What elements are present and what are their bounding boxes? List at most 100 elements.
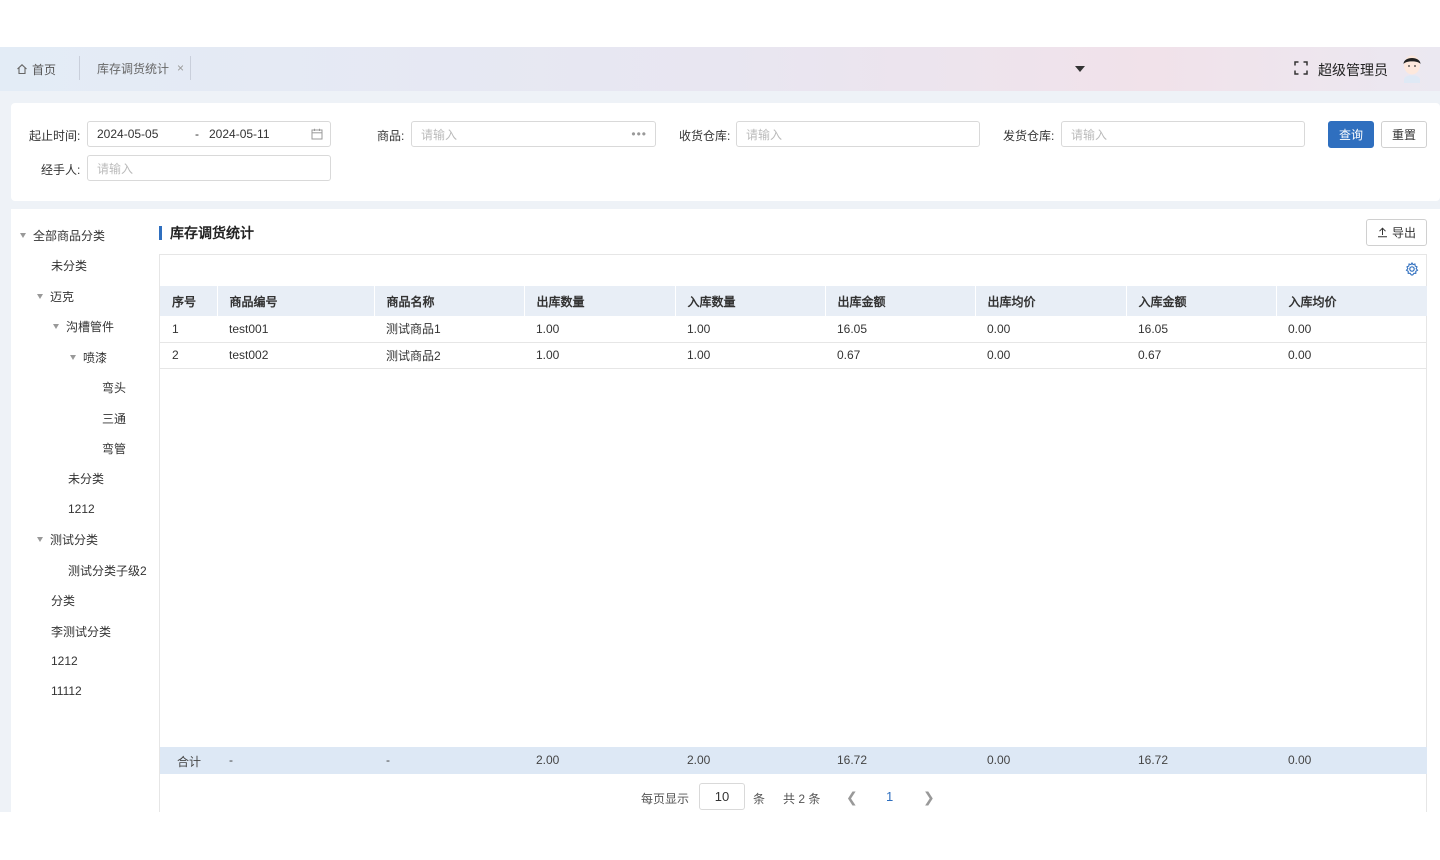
tab-home[interactable]: 首页 — [16, 60, 56, 78]
tree-node-label: 测试分类子级2 — [68, 563, 147, 578]
handler-input[interactable]: 请输入 — [87, 155, 331, 181]
receive-warehouse-placeholder: 请输入 — [746, 127, 783, 142]
tree-node-label: 三通 — [102, 411, 127, 426]
tree-node-label: 李测试分类 — [51, 624, 112, 639]
summary-cell: 合计 — [177, 755, 202, 769]
total-count: 共 2 条 — [783, 792, 821, 806]
tree-node-11112[interactable]: 11112 — [51, 683, 82, 699]
reset-button[interactable]: 重置 — [1381, 121, 1427, 148]
pagination: 每页显示 10 条 共 2 条 ❮ 1 ❯ — [160, 779, 1427, 812]
tree-node-label: 弯管 — [102, 441, 127, 456]
column-header[interactable]: 出库金额 — [825, 286, 976, 316]
tab-stock-transfer-label: 库存调货统计 — [97, 61, 170, 76]
expand-caret-icon[interactable] — [20, 232, 26, 238]
tree-node-label: 弯头 — [102, 380, 127, 395]
tree-node-label: 全部商品分类 — [33, 228, 106, 243]
tree-node-1212-b[interactable]: 1212 — [51, 653, 78, 669]
date-range-label: 起止时间: — [29, 129, 81, 143]
table-cell: 16.05 — [1138, 321, 1169, 336]
column-header[interactable]: 入库均价 — [1276, 286, 1428, 316]
more-options-icon[interactable]: ••• — [631, 127, 647, 141]
tree-node-test-sub2[interactable]: 测试分类子级2 — [68, 562, 147, 578]
upload-icon — [1377, 227, 1387, 238]
tree-node-all[interactable]: 全部商品分类 — [20, 227, 105, 243]
handler-label: 经手人: — [41, 163, 81, 177]
tab-dropdown-icon[interactable] — [1075, 66, 1085, 72]
column-header[interactable]: 序号 — [160, 286, 218, 316]
summary-cell: 16.72 — [837, 753, 868, 767]
table-cell: test002 — [229, 348, 269, 362]
tree-node-1212[interactable]: 1212 — [68, 501, 95, 517]
tree-node-label: 未分类 — [51, 258, 88, 273]
main-panel: 全部商品分类 未分类 迈克 沟槽管件 喷漆 弯头 三通 弯管 未分类 1 2 1 2 … — [11, 209, 1440, 812]
page-size-input[interactable]: 10 — [699, 783, 745, 810]
column-header[interactable]: 出库均价 — [975, 286, 1127, 316]
expand-caret-icon[interactable] — [70, 354, 76, 360]
table-cell: 0.67 — [1138, 348, 1162, 362]
fullscreen-icon[interactable] — [1294, 61, 1308, 75]
send-warehouse-label: 发货仓库: — [1003, 129, 1055, 143]
next-page-icon[interactable]: ❯ — [923, 789, 935, 806]
tab-close-icon[interactable]: × — [177, 61, 184, 75]
tab-stock-transfer[interactable]: 库存调货统计 × — [79, 56, 191, 80]
column-header[interactable]: 入库数量 — [675, 286, 826, 316]
product-placeholder: 请输入 — [421, 127, 458, 142]
table-row[interactable]: 1 test001 测试商品1 1.00 1.00 16.05 0.00 16.… — [160, 316, 1427, 342]
expand-caret-icon[interactable] — [53, 323, 59, 329]
date-end-value: 2024-05-11 — [209, 127, 270, 141]
table-cell: 0.00 — [987, 348, 1011, 362]
page-number[interactable]: 1 — [886, 789, 893, 804]
tree-node-label: 喷漆 — [83, 350, 108, 365]
receive-warehouse-input[interactable]: 请输入 — [736, 121, 980, 147]
summary-cell: 0.00 — [1288, 753, 1312, 767]
tree-node-test-category[interactable]: 测试分类 — [37, 531, 98, 547]
table-cell: 2 — [172, 348, 179, 362]
tree-node-label: 1212 — [51, 654, 78, 668]
tree-node-tee[interactable]: 三通 — [102, 410, 126, 426]
tree-node-uncategorized-2[interactable]: 未分类 — [68, 470, 104, 486]
expand-caret-icon[interactable] — [37, 536, 43, 542]
section-title: 库存调货统计 — [159, 224, 254, 242]
tree-node-maike[interactable]: 迈克 — [37, 288, 74, 304]
column-header[interactable]: 商品编号 — [217, 286, 375, 316]
home-icon — [17, 64, 27, 75]
column-header[interactable]: 商品名称 — [374, 286, 525, 316]
date-start-value: 2024-05-05 — [97, 127, 159, 141]
tree-node-groove-fittings[interactable]: 沟槽管件 — [53, 318, 114, 334]
query-button[interactable]: 查询 — [1328, 121, 1374, 148]
tree-node-label: 迈克 — [50, 289, 75, 304]
send-warehouse-input[interactable]: 请输入 — [1061, 121, 1305, 147]
summary-cell: 2.00 — [536, 753, 560, 767]
tab-home-label: 首页 — [32, 62, 57, 77]
tree-node-label: 沟槽管件 — [66, 319, 115, 334]
tree-node-paint[interactable]: 喷漆 — [70, 349, 107, 365]
export-button[interactable]: 导出 — [1366, 219, 1427, 246]
tree-node-label: 1212 — [68, 502, 95, 516]
summary-cell: 16.72 — [1138, 753, 1169, 767]
column-header[interactable]: 出库数量 — [524, 286, 676, 316]
data-table: 序号 商品编号 商品名称 出库数量 入库数量 出库金额 出库均价 入库金额 入库… — [160, 286, 1428, 369]
table-cell: 1.00 — [687, 321, 711, 336]
section-title-text: 库存调货统计 — [170, 225, 254, 241]
prev-page-icon[interactable]: ❮ — [846, 789, 858, 806]
product-input[interactable]: 请输入 ••• — [411, 121, 656, 147]
handler-placeholder: 请输入 — [97, 161, 134, 176]
tree-node-li-test[interactable]: 李测试分类 — [51, 623, 111, 639]
avatar[interactable] — [1399, 53, 1425, 83]
gear-icon[interactable] — [1405, 262, 1419, 276]
column-header[interactable]: 入库金额 — [1126, 286, 1277, 316]
tree-node-label: 分类 — [51, 593, 76, 608]
table-row[interactable]: 2 test002 测试商品2 1.00 1.00 0.67 0.00 0.67… — [160, 342, 1427, 368]
expand-caret-icon[interactable] — [37, 293, 43, 299]
search-panel: 起止时间: 2024-05-05 - 2024-05-11 商品: 请输入 ••… — [11, 103, 1440, 201]
tree-node-elbow[interactable]: 弯头 — [102, 379, 126, 395]
tree-node-category[interactable]: 分类 — [51, 592, 75, 608]
tree-node-uncategorized[interactable]: 未分类 — [51, 257, 87, 273]
username[interactable]: 超级管理员 — [1318, 60, 1388, 80]
receive-warehouse-label: 收货仓库: — [679, 129, 731, 143]
date-range-input[interactable]: 2024-05-05 - 2024-05-11 — [87, 121, 331, 147]
table-header-row: 序号 商品编号 商品名称 出库数量 入库数量 出库金额 出库均价 入库金额 入库… — [160, 286, 1428, 316]
tree-node-bend-pipe[interactable]: 弯管 — [102, 440, 126, 456]
top-bar: 首页 库存调货统计 × 超级管理员 — [0, 47, 1440, 91]
calendar-icon[interactable] — [311, 128, 323, 140]
